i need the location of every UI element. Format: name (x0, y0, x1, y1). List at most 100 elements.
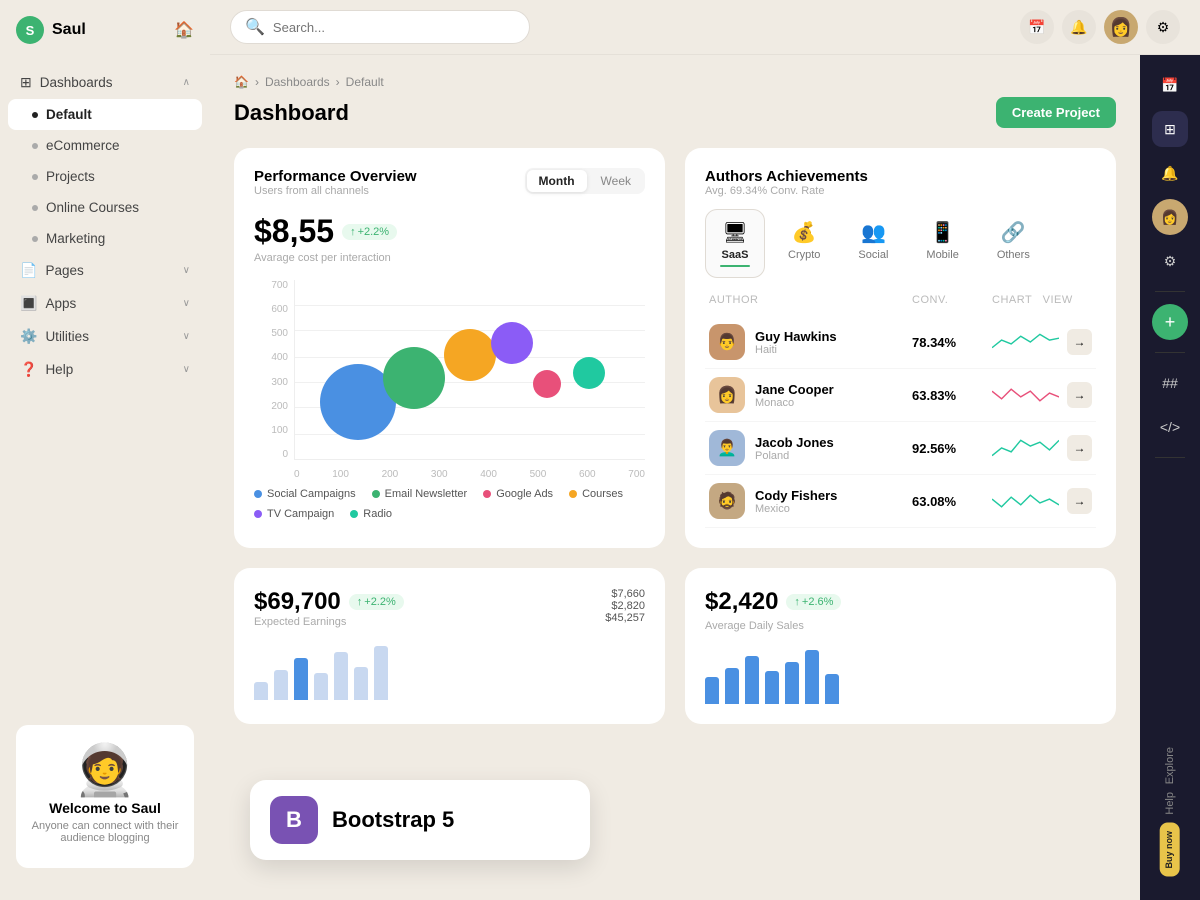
view-btn-guy[interactable]: → (1067, 329, 1092, 355)
tab-mobile[interactable]: 📱 Mobile (911, 209, 973, 278)
author-country-guy: Haiti (755, 344, 837, 356)
settings-icon-btn[interactable]: ⚙ (1146, 10, 1180, 44)
rs-calendar-icon[interactable]: 📅 (1152, 67, 1188, 103)
sidebar-item-apps[interactable]: 🔳 Apps ∨ (8, 287, 202, 320)
rs-buy-btn[interactable]: Buy now (1160, 823, 1180, 877)
author-conv-cody: 63.08% (912, 494, 992, 509)
saas-tab-icon: 🖥 (722, 220, 747, 245)
bubble-tv (491, 322, 533, 364)
sidebar-item-dashboards[interactable]: ⊞ Dashboards ∧ (8, 66, 202, 99)
legend-social: Social Campaigns (254, 488, 356, 500)
sidebar-item-pages[interactable]: 📄 Pages ∨ (8, 254, 202, 287)
search-input[interactable] (273, 20, 515, 35)
rs-explore-text[interactable]: Explore (1164, 747, 1176, 784)
author-info-cody: 🧔 Cody Fishers Mexico (709, 483, 912, 519)
avatar-jane: 👩 (709, 377, 745, 413)
authors-tabs: 🖥 SaaS 💰 Crypto 👥 Social (705, 209, 1096, 278)
page-title: Dashboard (234, 100, 349, 126)
rs-help-text[interactable]: Help (1164, 792, 1176, 815)
breadcrumb-home[interactable]: 🏠 (234, 75, 249, 89)
rs-user-avatar[interactable]: 👩 (1152, 199, 1188, 235)
perf-value: $8,55 (254, 213, 334, 250)
chart-x-labels: 0100200300400500600700 (294, 469, 645, 480)
rs-code-icon[interactable]: </> (1152, 409, 1188, 445)
author-row-guy: 👨 Guy Hawkins Haiti 78.34% → (705, 316, 1096, 369)
create-project-button[interactable]: Create Project (996, 97, 1116, 128)
authors-card: Authors Achievements Avg. 69.34% Conv. R… (685, 148, 1116, 548)
legend-label-social: Social Campaigns (267, 488, 356, 500)
welcome-card: 🧑‍🚀 Welcome to Saul Anyone can connect w… (16, 725, 194, 868)
avatar-guy: 👨 (709, 324, 745, 360)
breadcrumb-dashboards[interactable]: Dashboards (265, 75, 330, 89)
nav-dot (32, 174, 38, 180)
rs-grid-icon[interactable]: ⊞ (1152, 111, 1188, 147)
mini-chart-jacob (992, 436, 1059, 460)
cards-row: Performance Overview Users from all chan… (234, 148, 1116, 548)
sidebar-item-online-courses[interactable]: Online Courses (8, 192, 202, 223)
toggle-month-btn[interactable]: Month (527, 170, 587, 192)
sidebar: S Saul 🏠 ⊞ Dashboards ∧ Default eCommerc… (0, 0, 210, 900)
avatar-cody: 🧔 (709, 483, 745, 519)
crypto-tab-icon: 💰 (792, 220, 817, 245)
author-info-guy: 👨 Guy Hawkins Haiti (709, 324, 912, 360)
sidebar-label-dashboards: Dashboards (40, 75, 175, 90)
toggle-week-btn[interactable]: Week (589, 170, 643, 192)
chevron-icon: ∨ (183, 298, 190, 309)
sidebar-item-projects[interactable]: Projects (8, 161, 202, 192)
tab-others[interactable]: 🔗 Others (982, 209, 1045, 278)
nav-dot (32, 112, 38, 118)
calendar-icon-btn[interactable]: 📅 (1020, 10, 1054, 44)
tab-saas[interactable]: 🖥 SaaS (705, 209, 765, 278)
saas-tab-label: SaaS (722, 249, 749, 261)
back-icon[interactable]: 🏠 (174, 20, 194, 40)
bootstrap-badge: B Bootstrap 5 (250, 780, 590, 860)
perf-subtitle: Users from all channels (254, 185, 417, 197)
view-btn-jacob[interactable]: → (1067, 435, 1092, 461)
content-wrapper: 🏠 › Dashboards › Default Dashboard Creat… (210, 55, 1200, 900)
rs-settings-icon[interactable]: ⚙ (1152, 243, 1188, 279)
nav-dot (32, 143, 38, 149)
chevron-icon: ∨ (183, 265, 190, 276)
rs-bell-icon[interactable]: 🔔 (1152, 155, 1188, 191)
col-chart-view: CHART VIEW (992, 294, 1092, 306)
author-name-cody: Cody Fishers (755, 488, 837, 503)
user-avatar[interactable]: 👩 (1104, 10, 1138, 44)
daily-sales-badge: ↑ +2.6% (786, 594, 841, 610)
rs-add-icon[interactable]: + (1152, 304, 1188, 340)
earnings-bar-chart (254, 640, 645, 700)
col-author: AUTHOR (709, 294, 912, 306)
view-btn-cody[interactable]: → (1067, 488, 1092, 514)
sidebar-label-pages: Pages (45, 263, 174, 278)
sidebar-item-default[interactable]: Default (8, 99, 202, 130)
tab-crypto[interactable]: 💰 Crypto (773, 209, 835, 278)
sidebar-item-help[interactable]: ❓ Help ∨ (8, 353, 202, 386)
chart-y-labels: 7006005004003002001000 (254, 280, 294, 460)
sidebar-label-help: Help (45, 362, 174, 377)
sidebar-bottom: 🧑‍🚀 Welcome to Saul Anyone can connect w… (0, 709, 210, 884)
nav-section: ⊞ Dashboards ∧ Default eCommerce Project… (0, 64, 210, 388)
sidebar-item-marketing[interactable]: Marketing (8, 223, 202, 254)
mobile-tab-icon: 📱 (930, 220, 955, 245)
page-header: Dashboard Create Project (234, 97, 1116, 128)
sidebar-item-ecommerce[interactable]: eCommerce (8, 130, 202, 161)
author-chart-jane: → (992, 382, 1092, 408)
earnings-value: 69,700 (267, 588, 340, 615)
authors-subtitle: Avg. 69.34% Conv. Rate (705, 185, 1096, 197)
author-name-jane: Jane Cooper (755, 382, 834, 397)
earnings-badge: ↑ +2.2% (349, 594, 404, 610)
author-info-jacob: 👨‍🦱 Jacob Jones Poland (709, 430, 912, 466)
daily-sales-card: $2,420 ↑ +2.6% Average Daily Sales (685, 568, 1116, 724)
author-name-jacob: Jacob Jones (755, 435, 834, 450)
sidebar-item-utilities[interactable]: ⚙️ Utilities ∨ (8, 320, 202, 353)
tab-social[interactable]: 👥 Social (843, 209, 903, 278)
author-country-jane: Monaco (755, 397, 834, 409)
rs-hash-icon[interactable]: ## (1152, 365, 1188, 401)
bubble-radio (573, 357, 605, 389)
search-box[interactable]: 🔍 (230, 10, 530, 44)
authors-table-header: AUTHOR CONV. CHART VIEW (705, 294, 1096, 306)
chevron-icon: ∧ (183, 77, 190, 88)
notifications-icon-btn[interactable]: 🔔 (1062, 10, 1096, 44)
view-btn-jane[interactable]: → (1067, 382, 1092, 408)
astronaut-image: 🧑‍🚀 (28, 741, 182, 800)
breadcrumb: 🏠 › Dashboards › Default (234, 75, 1116, 89)
